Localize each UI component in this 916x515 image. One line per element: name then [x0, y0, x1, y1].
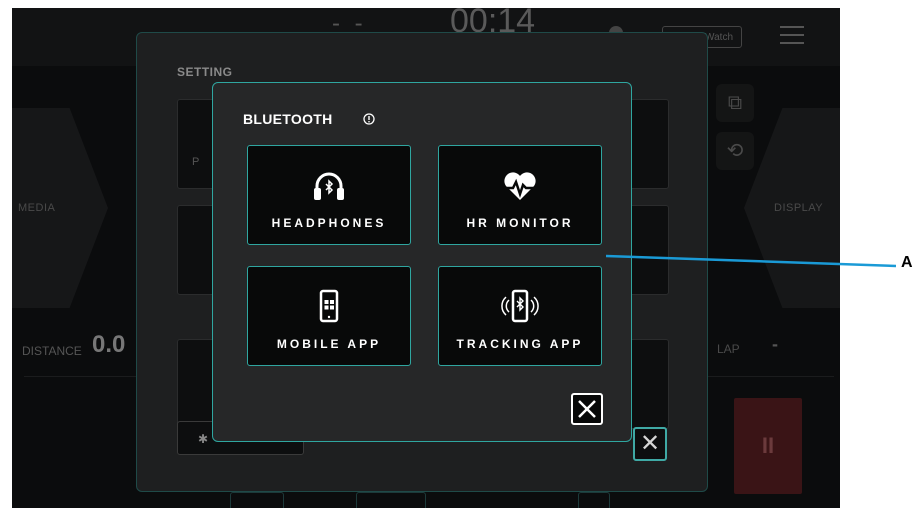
distance-value: 0.0 — [92, 331, 126, 358]
lap-value: - — [772, 334, 778, 354]
bottom-tab[interactable] — [230, 492, 284, 508]
bluetooth-title: BLUETOOTH — [243, 111, 333, 127]
close-icon — [578, 400, 596, 418]
setting-title: SETTING — [177, 65, 233, 79]
info-icon[interactable] — [363, 113, 375, 125]
bluetooth-modal: BLUETOOTH HEADPHONES HR MONITOR MOBILE A… — [212, 82, 632, 442]
lap-label: LAP — [717, 342, 740, 356]
headphones-bluetooth-icon — [314, 172, 344, 200]
mobile-app-label: MOBILE APP — [276, 337, 382, 351]
bottom-tab[interactable] — [578, 492, 610, 508]
heart-rate-icon — [504, 172, 536, 200]
menu-icon[interactable] — [780, 26, 804, 44]
phone-app-icon — [319, 289, 339, 323]
bluetooth-icon: ✱ — [198, 432, 209, 446]
close-button[interactable] — [571, 393, 603, 425]
mobile-app-tile[interactable]: MOBILE APP — [247, 266, 411, 366]
replay-icon[interactable]: ⟲ — [716, 132, 754, 170]
distance-label: DISTANCE — [22, 344, 82, 358]
phone-bluetooth-icon — [501, 289, 539, 323]
display-label: DISPLAY — [774, 202, 824, 214]
callout-line — [606, 254, 896, 268]
bottom-tab[interactable] — [356, 492, 426, 508]
hr-monitor-tile[interactable]: HR MONITOR — [438, 145, 602, 245]
screen-mirror-icon[interactable]: ⧉ — [716, 84, 754, 122]
setting-tile-label: P — [192, 156, 200, 168]
headphones-label: HEADPHONES — [271, 216, 387, 230]
tracking-app-tile[interactable]: TRACKING APP — [438, 266, 602, 366]
tracking-app-label: TRACKING APP — [456, 337, 584, 351]
media-label: MEDIA — [18, 202, 56, 214]
callout-letter: A — [901, 254, 913, 271]
setting-close-button[interactable]: ✕ — [633, 427, 667, 461]
headphones-tile[interactable]: HEADPHONES — [247, 145, 411, 245]
pause-button[interactable]: II — [734, 398, 802, 494]
hr-monitor-label: HR MONITOR — [466, 216, 574, 230]
